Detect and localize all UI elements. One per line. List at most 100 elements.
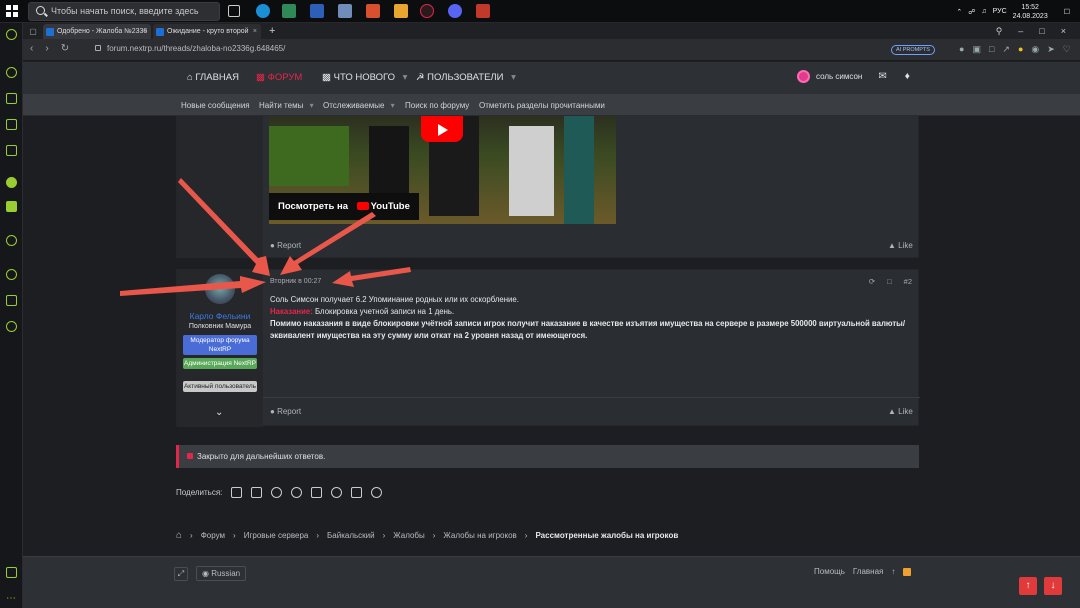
- opera-gx-icon[interactable]: [420, 4, 434, 18]
- workspaces-icon[interactable]: ▢: [23, 24, 43, 39]
- author-avatar[interactable]: [205, 274, 235, 304]
- reload-icon[interactable]: ↻: [61, 43, 69, 54]
- breadcrumb-forum[interactable]: Форум: [201, 531, 225, 540]
- url-field[interactable]: forum.nextrp.ru/threads/zhaloba-no2336g.…: [95, 44, 285, 53]
- player-icon[interactable]: [6, 235, 17, 246]
- settings-icon[interactable]: [6, 321, 17, 332]
- rss-icon[interactable]: [903, 567, 912, 576]
- pinterest-icon[interactable]: [291, 486, 303, 498]
- new-tab-button[interactable]: +: [263, 24, 275, 39]
- top-arrow-icon[interactable]: ↑: [891, 567, 895, 576]
- opera-logo-icon[interactable]: [6, 29, 17, 40]
- clock[interactable]: 15:52 24.08.2023: [1013, 3, 1048, 21]
- language-chooser[interactable]: ◉ Russian: [196, 566, 247, 581]
- breadcrumb-server[interactable]: Байкальский: [327, 531, 375, 540]
- breadcrumb-complaints[interactable]: Жалобы: [393, 531, 424, 540]
- notification-icon[interactable]: ☐: [1064, 8, 1070, 16]
- share-icon[interactable]: ⟳: [869, 277, 875, 286]
- whatsapp-share-icon[interactable]: [331, 486, 343, 498]
- twitter-icon[interactable]: [251, 486, 263, 498]
- history-icon[interactable]: [6, 269, 17, 280]
- word-icon[interactable]: [310, 4, 324, 18]
- subnav-find-threads[interactable]: Найти темы ▾: [259, 101, 314, 110]
- ai-icon[interactable]: ●: [959, 44, 964, 55]
- chevron-down-icon[interactable]: ⌄: [215, 407, 223, 418]
- style-chooser-icon[interactable]: ⤢: [174, 566, 188, 581]
- youtube-embed[interactable]: Посмотреть на YouTube: [269, 116, 616, 224]
- volume-icon[interactable]: ♫: [981, 8, 986, 15]
- bookmark-icon[interactable]: □: [887, 277, 892, 286]
- vk-icon[interactable]: [6, 201, 17, 212]
- wallet-icon[interactable]: [6, 567, 17, 578]
- watch-on-youtube-button[interactable]: Посмотреть на YouTube: [269, 193, 419, 220]
- close-tab-icon[interactable]: ×: [253, 24, 257, 39]
- author-name[interactable]: Карло Фельини: [177, 311, 263, 321]
- powerpoint-icon[interactable]: [366, 4, 380, 18]
- extensions-icon[interactable]: [6, 295, 17, 306]
- reddit-icon[interactable]: [271, 486, 283, 498]
- screenshot-icon[interactable]: ▣: [972, 44, 981, 55]
- shop-icon[interactable]: [6, 93, 17, 104]
- excel-icon[interactable]: [282, 4, 296, 18]
- report-link[interactable]: ● Report: [270, 407, 301, 416]
- search-tabs-icon[interactable]: ⚲: [996, 23, 1003, 39]
- email-icon[interactable]: [351, 486, 363, 498]
- nav-home[interactable]: ⌂ ГЛАВНАЯ: [187, 72, 239, 83]
- minimize-icon[interactable]: –: [1018, 23, 1023, 39]
- start-button[interactable]: [6, 5, 18, 17]
- breadcrumb-reviewed[interactable]: Рассмотренные жалобы на игроков: [535, 531, 678, 540]
- subnav-new-posts[interactable]: Новые сообщения: [181, 101, 250, 110]
- like-button[interactable]: ▲ Like: [888, 241, 913, 250]
- twitch-icon[interactable]: [6, 119, 17, 130]
- home-icon[interactable]: ⌂: [176, 530, 182, 541]
- whatsapp-icon[interactable]: [6, 177, 17, 188]
- network-icon[interactable]: ☍: [968, 8, 975, 16]
- ai-prompts-button[interactable]: AI PROMPTS: [891, 45, 935, 55]
- subnav-search-forums[interactable]: Поиск по форуму: [405, 101, 469, 110]
- play-icon[interactable]: [421, 116, 463, 142]
- more-icon[interactable]: ⋯: [6, 593, 16, 604]
- close-tab-icon[interactable]: ×: [143, 24, 147, 39]
- nav-members[interactable]: ☭ ПОЛЬЗОВАТЕЛИ ▾: [416, 72, 516, 83]
- netflix-icon[interactable]: [476, 4, 490, 18]
- inbox-icon[interactable]: ✉: [878, 71, 886, 82]
- vpn-icon[interactable]: ◉: [1031, 44, 1039, 55]
- like-button[interactable]: ▲ Like: [888, 407, 913, 416]
- adblock-icon[interactable]: ●: [1018, 44, 1023, 55]
- account-name[interactable]: соль симсон: [816, 72, 862, 81]
- instagram-icon[interactable]: [6, 145, 17, 156]
- close-window-icon[interactable]: ×: [1061, 23, 1066, 39]
- subnav-watched[interactable]: Отслеживаемые ▾: [323, 101, 395, 110]
- home-link[interactable]: Главная: [853, 567, 883, 576]
- facebook-icon[interactable]: [231, 486, 243, 498]
- avatar[interactable]: [797, 70, 810, 83]
- nav-whats-new[interactable]: ▩ ЧТО НОВОГО ▾: [322, 72, 407, 83]
- back-icon[interactable]: ‹: [30, 43, 33, 54]
- task-view-icon[interactable]: [228, 5, 240, 17]
- alerts-bell-icon[interactable]: ♦: [905, 71, 910, 82]
- breadcrumb-game-servers[interactable]: Игровые сервера: [244, 531, 309, 540]
- scroll-bottom-button[interactable]: ↓: [1044, 577, 1062, 595]
- breadcrumb-player-complaints[interactable]: Жалобы на игроков: [443, 531, 516, 540]
- tab-complaint-pending[interactable]: Ожидание - круто второй ×: [153, 24, 261, 39]
- bookmark-heart-icon[interactable]: ♡: [1063, 44, 1071, 55]
- help-link[interactable]: Помощь: [814, 567, 845, 576]
- tab-complaint-approved[interactable]: Одобрено - Жалоба №2336 ×: [43, 24, 151, 39]
- language-indicator[interactable]: РУС: [993, 8, 1007, 15]
- snapshot-icon[interactable]: □: [989, 44, 994, 55]
- app-icon[interactable]: [394, 4, 408, 18]
- discord-icon[interactable]: [448, 4, 462, 18]
- forward-icon[interactable]: ›: [45, 43, 48, 54]
- maximize-icon[interactable]: □: [1039, 23, 1044, 39]
- send-icon[interactable]: ➤: [1047, 44, 1055, 55]
- post-number[interactable]: #2: [904, 277, 912, 286]
- speed-dial-icon[interactable]: [6, 67, 17, 78]
- taskbar-search-input[interactable]: Чтобы начать поиск, введите здесь запрос: [28, 2, 220, 33]
- subnav-mark-read[interactable]: Отметить разделы прочитанными: [479, 101, 605, 110]
- report-link[interactable]: ● Report: [270, 241, 301, 250]
- post-date[interactable]: Вторник в 00:27: [270, 278, 321, 285]
- edge-icon[interactable]: [256, 4, 270, 18]
- nav-forums[interactable]: ▩ ФОРУМ: [256, 72, 302, 83]
- tray-expand-icon[interactable]: ⌃: [956, 8, 962, 16]
- notes-icon[interactable]: [338, 4, 352, 18]
